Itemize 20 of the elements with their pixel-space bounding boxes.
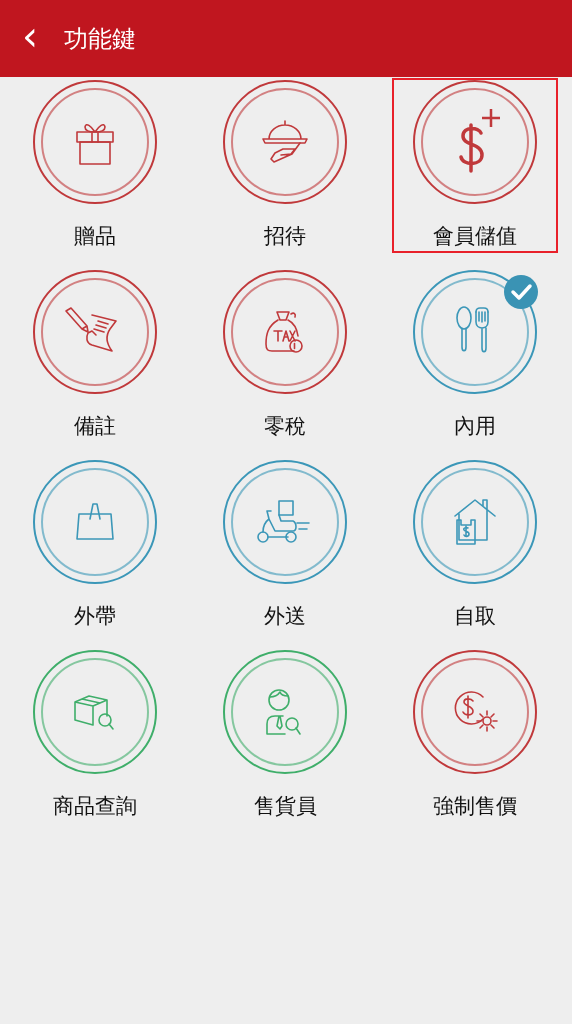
shopping-bag-icon [75,502,115,542]
function-key-button[interactable]: 自取 [392,458,558,633]
function-key-button[interactable]: 售貨員 [202,648,368,823]
function-key-button[interactable]: 贈品 [12,78,178,253]
tax-bag-icon [265,310,305,354]
delivery-scooter-icon [257,499,313,545]
function-key-button[interactable]: 備註 [12,268,178,443]
house-shopping-bag-icon [453,498,497,546]
box-search-icon [73,692,117,732]
function-key-button[interactable]: 強制售價 [392,648,558,823]
page-title: 功能鍵 [64,23,136,55]
function-key-button[interactable]: 內用 [392,268,558,443]
serving-tray-icon [261,119,309,165]
function-key-button[interactable]: 商品查詢 [12,648,178,823]
function-key-button[interactable]: 會員儲值 [392,78,558,253]
function-key-button[interactable]: 招待 [202,78,368,253]
function-key-button[interactable]: 零稅 [202,268,368,443]
back-button[interactable]: ‹ [18,15,42,62]
function-key-button[interactable]: 外送 [202,458,368,633]
function-key-button[interactable]: 外帶 [12,458,178,633]
